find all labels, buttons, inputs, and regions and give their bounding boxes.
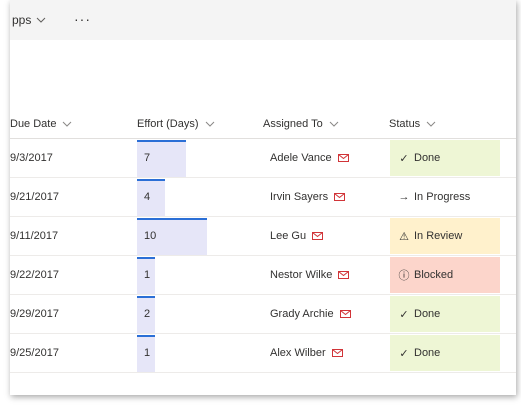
status-cell: ✓ Done	[390, 296, 500, 332]
column-header-assigned-to[interactable]: Assigned To	[263, 118, 339, 130]
apps-menu-button[interactable]: pps	[12, 13, 46, 27]
due-date-cell: 9/21/2017	[10, 191, 59, 203]
assignee-name[interactable]: Grady Archie	[270, 308, 334, 320]
status-label: In Progress	[414, 191, 471, 203]
arrow-right-icon: →	[398, 191, 410, 203]
assignee-name[interactable]: Irvin Sayers	[270, 191, 328, 203]
assignee-name[interactable]: Alex Wilber	[270, 347, 326, 359]
command-bar: pps ···	[10, 0, 516, 40]
effort-value: 2	[144, 308, 151, 320]
effort-value: 4	[144, 191, 151, 203]
chevron-down-icon	[205, 121, 214, 127]
due-date-cell: 9/22/2017	[10, 269, 59, 281]
column-header-label: Due Date	[10, 118, 57, 130]
table-row[interactable]: 9/22/2017 1 Nestor Wilke ⓘ Blocked	[10, 256, 516, 295]
assigned-to-cell[interactable]: Irvin Sayers	[270, 178, 346, 216]
chevron-down-icon	[37, 17, 46, 23]
due-date-cell: 9/25/2017	[10, 347, 59, 359]
status-cell: ✓ Done	[390, 335, 500, 371]
status-cell: ✓ Done	[390, 140, 500, 176]
assigned-to-cell[interactable]: Alex Wilber	[270, 334, 343, 372]
chevron-down-icon	[329, 121, 339, 127]
status-cell: → In Progress	[390, 179, 500, 215]
mail-icon[interactable]	[312, 232, 324, 240]
column-header-label: Assigned To	[263, 118, 323, 130]
table-row[interactable]: 9/25/2017 1 Alex Wilber ✓ Done	[10, 334, 516, 373]
status-label: Blocked	[414, 269, 454, 281]
column-header-due-date[interactable]: Due Date	[10, 118, 72, 130]
assignee-name[interactable]: Lee Gu	[270, 230, 306, 242]
column-header-effort[interactable]: Effort (Days)	[137, 118, 215, 130]
column-header-status[interactable]: Status	[389, 118, 436, 130]
column-header-row: Due Date Effort (Days) Assigned To Statu…	[10, 108, 516, 139]
effort-bar	[137, 179, 165, 216]
assigned-to-cell[interactable]: Adele Vance	[270, 139, 349, 177]
info-icon: ⓘ	[398, 270, 410, 282]
mail-icon[interactable]	[334, 193, 346, 201]
status-label: Done	[414, 152, 441, 164]
table-row[interactable]: 9/21/2017 4 Irvin Sayers → In Progress	[10, 178, 516, 217]
mail-icon[interactable]	[331, 349, 343, 357]
check-icon: ✓	[399, 308, 409, 321]
effort-value: 10	[144, 230, 157, 242]
status-cell: ⓘ Blocked	[390, 257, 500, 293]
column-header-label: Effort (Days)	[137, 118, 199, 130]
table-row[interactable]: 9/29/2017 2 Grady Archie ✓ Done	[10, 295, 516, 334]
effort-value: 7	[144, 152, 151, 164]
assigned-to-cell[interactable]: Lee Gu	[270, 217, 324, 255]
chevron-down-icon	[426, 121, 436, 127]
table-row[interactable]: 9/3/2017 7 Adele Vance ✓ Done	[10, 139, 516, 178]
due-date-cell: 9/29/2017	[10, 308, 59, 320]
status-label: Done	[414, 308, 441, 320]
status-label: In Review	[414, 230, 463, 242]
chevron-down-icon	[63, 121, 72, 127]
due-date-cell: 9/11/2017	[10, 230, 59, 242]
apps-label: pps	[12, 13, 32, 27]
effort-bar-accent	[137, 179, 165, 181]
column-header-label: Status	[389, 118, 421, 130]
mail-icon[interactable]	[337, 154, 349, 162]
effort-value: 1	[144, 269, 151, 281]
check-icon: ✓	[399, 152, 409, 165]
check-icon: ✓	[399, 347, 409, 360]
assigned-to-cell[interactable]: Grady Archie	[270, 295, 351, 333]
mail-icon[interactable]	[339, 310, 351, 318]
table-row[interactable]: 9/11/2017 10 Lee Gu ⚠ In Review	[10, 217, 516, 256]
status-label: Done	[414, 347, 441, 359]
due-date-cell: 9/3/2017	[10, 152, 53, 164]
mail-icon[interactable]	[338, 271, 350, 279]
assignee-name[interactable]: Adele Vance	[270, 152, 332, 164]
effort-value: 1	[144, 347, 151, 359]
more-options-button[interactable]: ···	[74, 11, 91, 27]
assigned-to-cell[interactable]: Nestor Wilke	[270, 256, 350, 294]
status-cell: ⚠ In Review	[390, 218, 500, 254]
warning-icon: ⚠	[399, 230, 409, 243]
assignee-name[interactable]: Nestor Wilke	[270, 269, 332, 281]
list-view: pps ··· Due Date Effort (Days) Assigned …	[10, 0, 516, 395]
